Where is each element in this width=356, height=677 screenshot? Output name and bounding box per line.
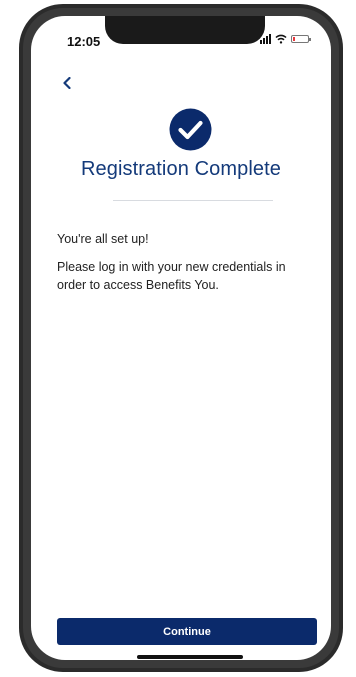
page-title: Registration Complete <box>81 158 281 180</box>
status-icons <box>260 34 311 44</box>
phone-frame: 12:05 Registration Complete You're all s… <box>19 4 343 672</box>
battery-icon <box>291 35 311 43</box>
app-screen: 12:05 Registration Complete You're all s… <box>31 16 331 660</box>
confirmation-message: You're all set up! <box>57 232 149 246</box>
home-indicator <box>137 655 243 659</box>
instruction-message: Please log in with your new credentials … <box>57 260 286 292</box>
notch <box>105 16 265 44</box>
signal-icon <box>260 34 271 44</box>
continue-button[interactable]: Continue <box>57 618 317 645</box>
chevron-left-icon <box>63 77 71 89</box>
back-button[interactable] <box>58 72 76 94</box>
check-circle-icon <box>169 108 212 151</box>
status-time: 12:05 <box>67 34 101 49</box>
divider <box>113 200 273 201</box>
wifi-icon <box>275 34 287 44</box>
battery-level <box>293 37 295 41</box>
